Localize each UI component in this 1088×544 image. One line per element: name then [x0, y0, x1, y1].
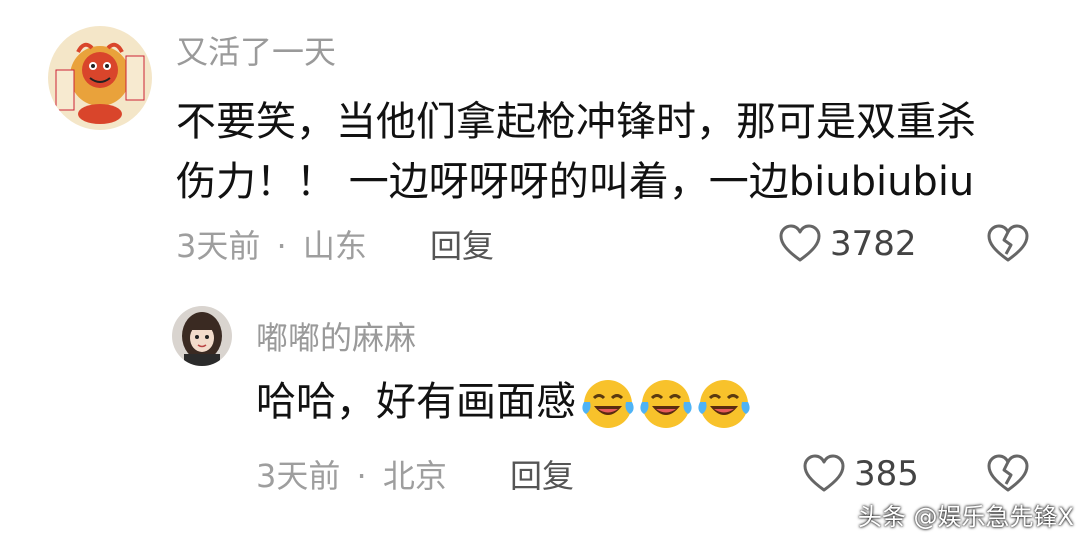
- comment-username[interactable]: 又活了一天: [176, 32, 336, 72]
- reply-text: 哈哈，好有画面感: [256, 368, 754, 436]
- like-count: 385: [854, 454, 919, 494]
- avatar[interactable]: [172, 306, 232, 366]
- reply-time: 3天前 · 北京: [256, 456, 447, 496]
- like-button[interactable]: 3782: [778, 224, 917, 264]
- like-count: 3782: [830, 224, 917, 264]
- girl-photo-avatar-icon: [172, 306, 232, 366]
- comment-time-value: 3天前: [176, 227, 261, 265]
- reply-location: 北京: [382, 457, 447, 495]
- comment-time: 3天前 · 山东: [176, 226, 367, 266]
- like-button[interactable]: 385: [802, 454, 919, 494]
- reply-text-value: 哈哈，好有画面感: [256, 379, 576, 425]
- reply-button[interactable]: 回复: [430, 226, 494, 266]
- laughing-crying-emoji-icon: [582, 380, 634, 428]
- comment-text-line-1: 不要笑，当他们拿起枪冲锋时，那可是双重杀: [176, 99, 976, 145]
- reply-username[interactable]: 嘟嘟的麻麻: [256, 318, 416, 358]
- emoji-row: [580, 376, 754, 432]
- broken-heart-icon: [987, 454, 1029, 492]
- broken-heart-icon: [987, 224, 1029, 262]
- reply-button[interactable]: 回复: [510, 456, 574, 496]
- heart-icon: [779, 224, 821, 262]
- reply-time-value: 3天前: [256, 457, 341, 495]
- dislike-button[interactable]: [986, 454, 1030, 498]
- laughing-crying-emoji-icon: [698, 380, 750, 428]
- meta-separator: ·: [276, 227, 287, 265]
- comment-location: 山东: [302, 227, 367, 265]
- comment-text-line-2: 伤力！！ 一边呀呀呀的叫着，一边biubiubiu: [176, 159, 975, 205]
- heart-icon: [803, 454, 845, 492]
- lion-dance-sticker-avatar-icon: [48, 26, 152, 130]
- comment-item: 又活了一天 不要笑，当他们拿起枪冲锋时，那可是双重杀 伤力！！ 一边呀呀呀的叫着…: [0, 0, 1088, 280]
- watermark: 头条 @娱乐急先锋X: [857, 503, 1074, 531]
- dislike-button[interactable]: [986, 224, 1030, 268]
- meta-separator: ·: [356, 457, 367, 495]
- laughing-crying-emoji-icon: [640, 380, 692, 428]
- avatar[interactable]: [48, 26, 152, 130]
